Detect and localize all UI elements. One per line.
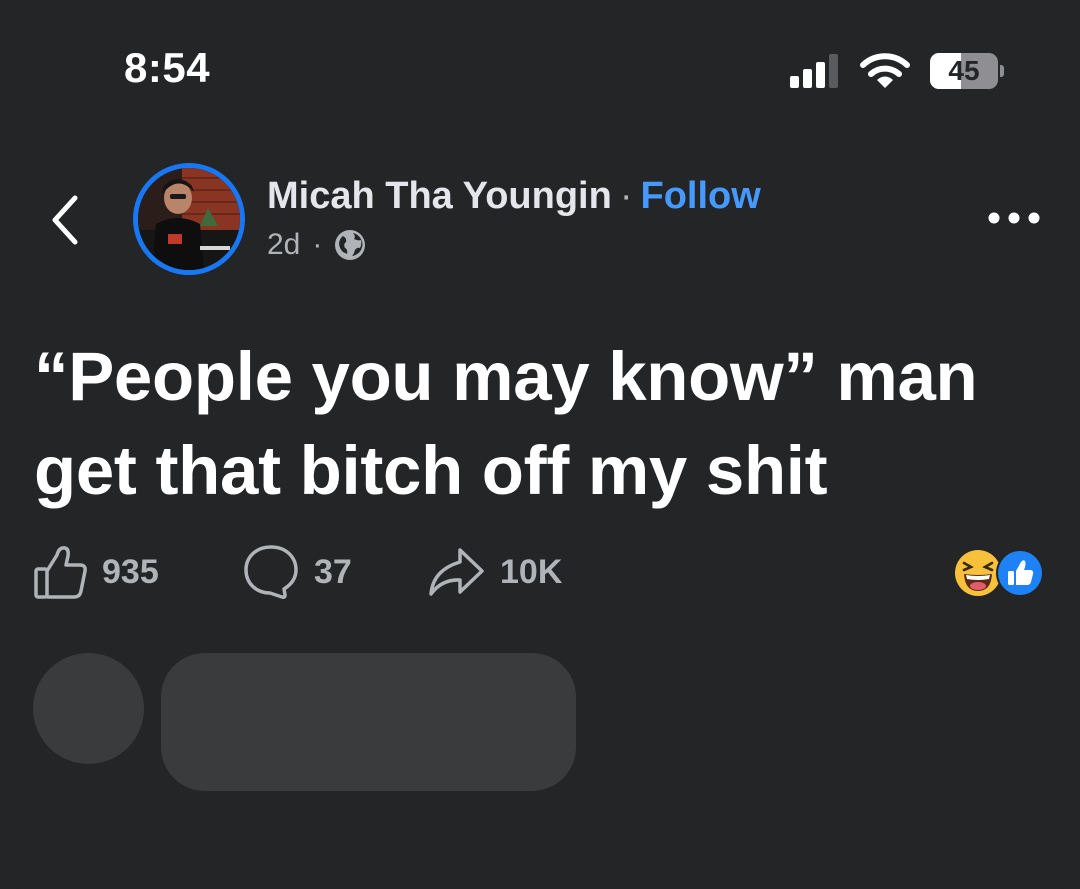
status-bar: 8:54 45 — [0, 0, 1080, 140]
globe-icon — [335, 230, 366, 260]
share-button[interactable]: 10K — [426, 540, 562, 604]
thumbs-up-icon — [34, 546, 87, 599]
post-actions: 935 37 10K — [0, 540, 1080, 604]
share-count: 10K — [500, 552, 563, 591]
follow-button[interactable]: Follow — [640, 175, 760, 217]
wifi-icon — [860, 53, 910, 88]
post-timestamp[interactable]: 2d — [267, 226, 300, 264]
reaction-summary[interactable] — [954, 549, 1050, 597]
like-button[interactable]: 935 — [32, 540, 159, 604]
comment-count: 37 — [314, 552, 352, 591]
status-time: 8:54 — [124, 44, 211, 91]
author-name[interactable]: Micah Tha Youngin — [267, 175, 612, 217]
comment-avatar-placeholder — [33, 653, 144, 764]
like-count: 935 — [102, 552, 159, 591]
signal-icon — [790, 54, 838, 88]
post-text: “People you may know” man get that bitch… — [34, 338, 978, 509]
comment-button[interactable]: 37 — [242, 540, 352, 604]
author-avatar[interactable] — [133, 163, 245, 275]
avatar-photo — [138, 168, 240, 270]
share-arrow-icon — [429, 548, 484, 596]
more-horizontal-icon[interactable] — [984, 204, 1044, 232]
author-line: Micah Tha Youngin · Follow — [267, 172, 761, 220]
comment-bubble-icon — [244, 545, 298, 599]
battery-icon: 45 — [930, 53, 1004, 89]
chevron-left-icon[interactable] — [44, 190, 84, 250]
comment-bubble-placeholder — [161, 653, 576, 791]
name-separator: · — [619, 175, 633, 217]
battery-percent: 45 — [948, 55, 980, 86]
like-reaction-icon — [998, 551, 1042, 595]
post-meta: 2d · — [267, 226, 366, 264]
haha-reaction-icon — [955, 550, 1001, 596]
meta-separator: · — [312, 228, 323, 261]
